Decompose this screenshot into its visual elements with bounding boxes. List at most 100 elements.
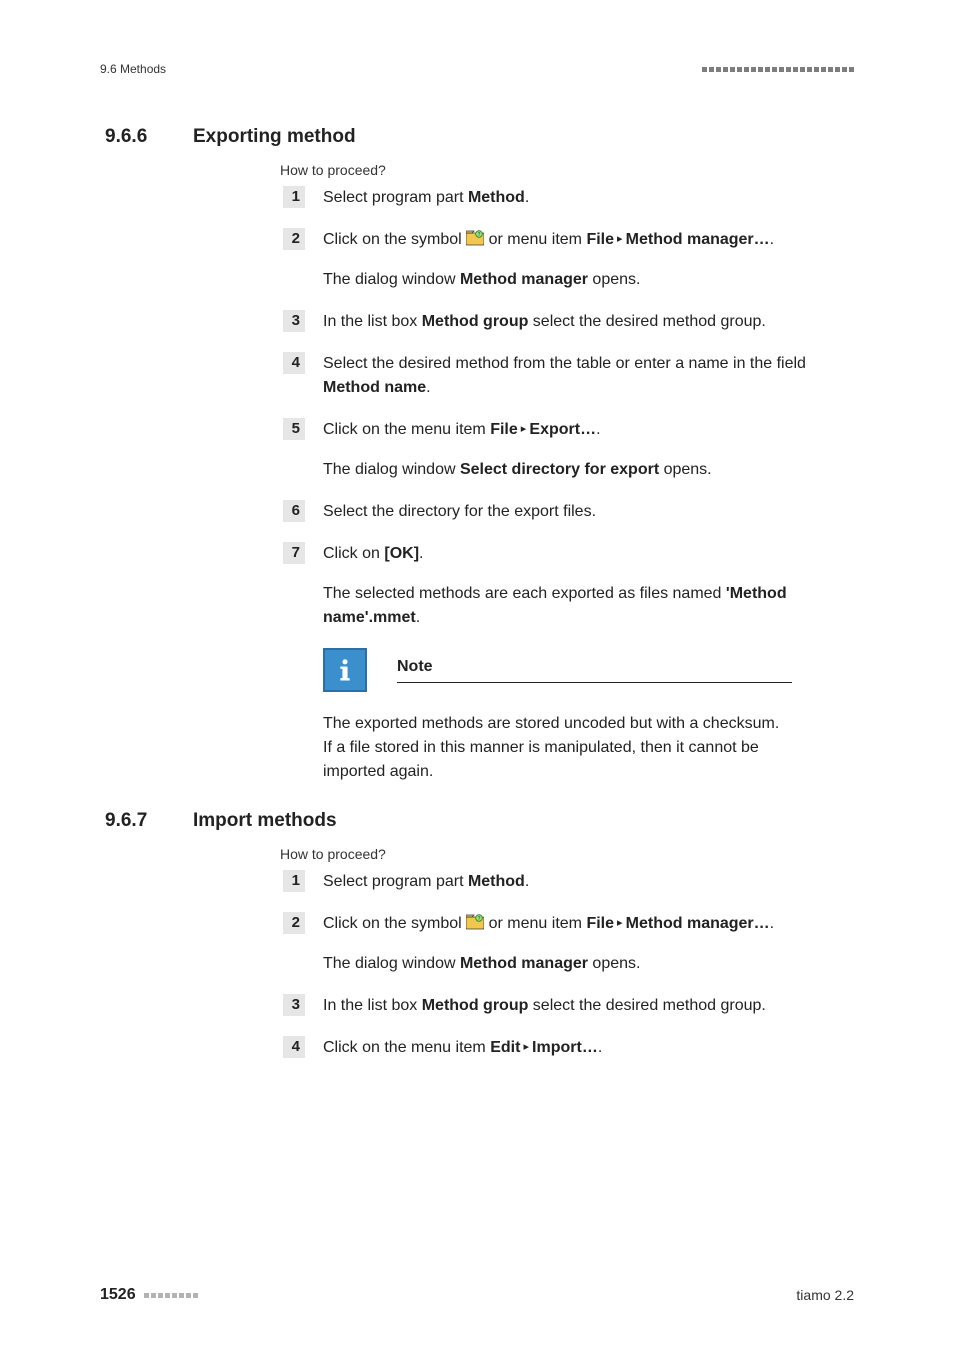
- note-body: The exported methods are stored uncoded …: [323, 712, 792, 784]
- step-body: Select the directory for the export file…: [323, 500, 833, 524]
- step-number: 3: [283, 994, 305, 1016]
- procedure-step: 7 Click on [OK]. The selected methods are …: [283, 542, 854, 630]
- section-heading: 9.6.7 Import methods: [105, 810, 854, 832]
- text-run: .: [596, 421, 600, 438]
- text-run: In the list box: [323, 313, 422, 330]
- bold-text: File: [586, 915, 614, 932]
- bold-text: Method manager: [460, 271, 588, 288]
- step-number: 6: [283, 500, 305, 522]
- svg-text:?: ?: [478, 232, 481, 238]
- step-result: The dialog window Select directory for e…: [323, 458, 833, 482]
- footer-product: tiamo 2.2: [796, 1287, 854, 1303]
- text-run: Select the desired method from the table…: [323, 355, 806, 372]
- procedure-step: 2 Click on the symbol ? or menu item File…: [283, 912, 854, 976]
- bold-text: [OK]: [384, 545, 419, 562]
- procedure-step: 5 Click on the menu item File ▸ Export….T…: [283, 418, 854, 482]
- procedure-step: 3In the list box Method group select the…: [283, 310, 854, 334]
- step-number: 4: [283, 352, 305, 374]
- step-number: 2: [283, 228, 305, 250]
- folder-question-icon: ?: [466, 914, 484, 930]
- text-run: .: [770, 231, 774, 248]
- step-number: 2: [283, 912, 305, 934]
- text-run: .: [770, 915, 774, 932]
- step-body: Click on the menu item Edit ▸ Import….: [323, 1036, 833, 1060]
- text-run: The dialog window: [323, 461, 460, 478]
- text-run: or menu item: [484, 915, 586, 932]
- text-run: The selected methods are each exported a…: [323, 585, 726, 602]
- bold-text: Method: [468, 873, 525, 890]
- page-header: 9.6 Methods: [100, 62, 854, 76]
- note-rule: [397, 682, 792, 683]
- bold-text: Select directory for export: [460, 461, 659, 478]
- text-run: Click on the symbol: [323, 231, 466, 248]
- procedure-step: 2 Click on the symbol ? or menu item File…: [283, 228, 854, 292]
- procedure-step: 1Select program part Method.: [283, 186, 854, 210]
- bold-text: File: [490, 421, 518, 438]
- step-result: The dialog window Method manager opens.: [323, 268, 833, 292]
- section-heading: 9.6.6Exporting method: [105, 126, 854, 148]
- header-dots: [702, 67, 854, 72]
- step-number: 1: [283, 186, 305, 208]
- text-run: select the desired method group.: [528, 997, 765, 1014]
- info-icon: [323, 648, 367, 692]
- text-run: opens.: [659, 461, 711, 478]
- step-body: Select the desired method from the table…: [323, 352, 833, 400]
- text-run: .: [416, 609, 420, 626]
- procedure-intro: How to proceed?: [280, 162, 854, 178]
- procedure-step: 6 Select the directory for the export fil…: [283, 500, 854, 524]
- text-run: In the list box: [323, 997, 422, 1014]
- procedure-step: 4 Select the desired method from the tabl…: [283, 352, 854, 400]
- step-number: 4: [283, 1036, 305, 1058]
- text-run: The dialog window: [323, 271, 460, 288]
- text-run: Click on: [323, 545, 384, 562]
- text-run: Select program part: [323, 189, 468, 206]
- bold-text: Method group: [422, 997, 529, 1014]
- text-run: Click on the symbol: [323, 915, 466, 932]
- bold-text: Method manager: [460, 955, 588, 972]
- step-number: 1: [283, 870, 305, 892]
- text-run: .: [525, 873, 529, 890]
- page-footer: 1526 tiamo 2.2: [100, 1286, 854, 1304]
- menu-separator-icon: ▸: [518, 423, 530, 435]
- text-run: .: [426, 379, 430, 396]
- section-title: Exporting method: [193, 126, 356, 148]
- step-body: Click on the menu item File ▸ Export….Th…: [323, 418, 833, 482]
- text-run: Select program part: [323, 873, 468, 890]
- step-body: In the list box Method group select the …: [323, 310, 833, 334]
- bold-text: Method name: [323, 379, 426, 396]
- section-number: 9.6.7: [105, 810, 165, 832]
- page-number: 1526: [100, 1286, 136, 1304]
- folder-question-icon: ?: [466, 230, 484, 246]
- text-run: opens.: [588, 955, 640, 972]
- step-result: The dialog window Method manager opens.: [323, 952, 833, 976]
- procedure-intro: How to proceed?: [280, 846, 854, 862]
- svg-text:?: ?: [478, 916, 481, 922]
- text-run: .: [419, 545, 423, 562]
- bold-text: Method: [468, 189, 525, 206]
- text-run: Click on the menu item: [323, 421, 490, 438]
- procedure-step: 4 Click on the menu item Edit ▸ Import….: [283, 1036, 854, 1060]
- step-number: 5: [283, 418, 305, 440]
- section-title: Import methods: [193, 810, 337, 832]
- procedure-step: 3 In the list box Method group select the…: [283, 994, 854, 1018]
- step-body: In the list box Method group select the …: [323, 994, 833, 1018]
- step-number: 7: [283, 542, 305, 564]
- bold-text: Import…: [532, 1039, 598, 1056]
- note-box: Note The exported methods are stored unco…: [323, 648, 792, 784]
- note-title: Note: [397, 658, 792, 682]
- text-run: opens.: [588, 271, 640, 288]
- bold-text: Method manager…: [626, 231, 770, 248]
- text-run: or menu item: [484, 231, 586, 248]
- bold-text: File: [586, 231, 614, 248]
- step-result: The selected methods are each exported a…: [323, 582, 833, 630]
- footer-dots: [144, 1293, 198, 1298]
- menu-separator-icon: ▸: [614, 917, 626, 929]
- text-run: Select the directory for the export file…: [323, 503, 596, 520]
- procedure-step: 1 Select program part Method.: [283, 870, 854, 894]
- text-run: select the desired method group.: [528, 313, 765, 330]
- running-head: 9.6 Methods: [100, 62, 166, 76]
- step-body: Select program part Method.: [323, 870, 833, 894]
- text-run: Click on the menu item: [323, 1039, 490, 1056]
- bold-text: Method manager…: [626, 915, 770, 932]
- menu-separator-icon: ▸: [520, 1041, 532, 1053]
